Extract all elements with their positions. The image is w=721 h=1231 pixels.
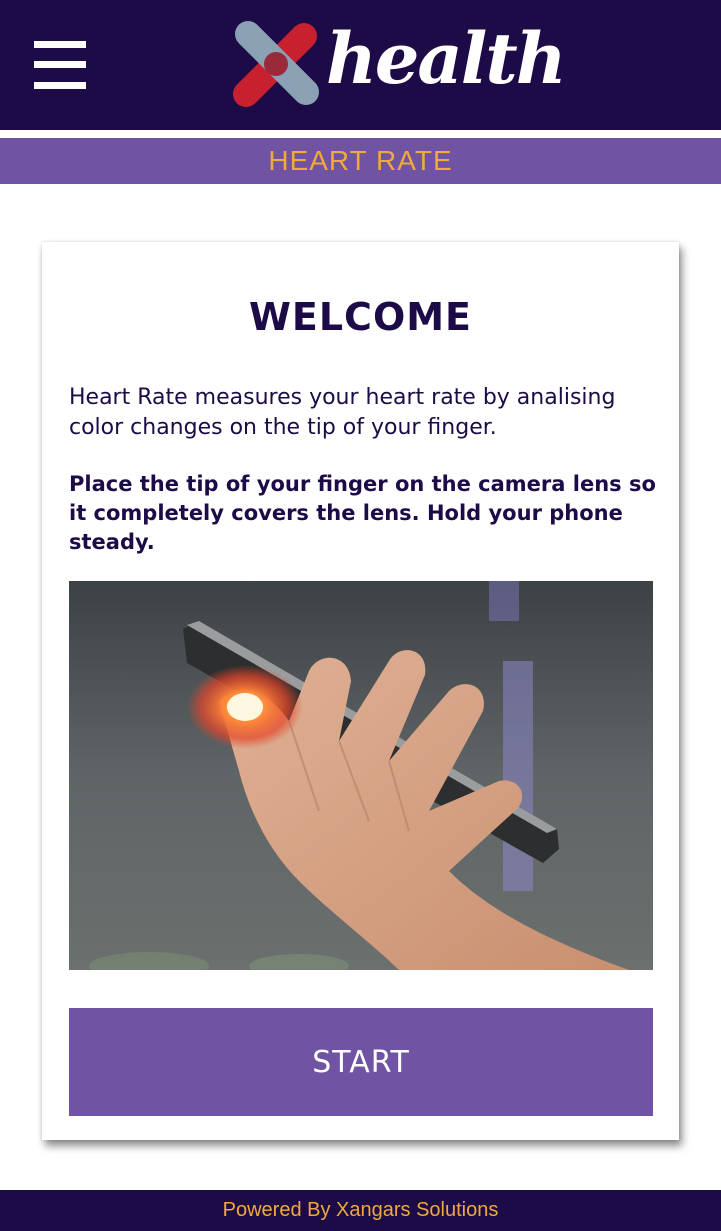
footer-credit: Powered By Xangars Solutions xyxy=(0,1190,721,1231)
card-title: WELCOME xyxy=(248,295,473,339)
start-button[interactable]: START xyxy=(69,1008,653,1116)
xhealth-logo: health xyxy=(230,17,567,110)
logo-wordmark: health xyxy=(326,17,567,100)
menu-bar-top xyxy=(34,41,86,48)
hand-holding-phone-illustration xyxy=(69,581,653,970)
app-header: health xyxy=(0,0,721,130)
instruction-photo xyxy=(69,581,653,970)
instruction-text: Place the tip of your finger on the came… xyxy=(69,472,656,554)
x-logo-mark-icon xyxy=(233,21,319,107)
intro-text: Heart Rate measures your heart rate by a… xyxy=(69,385,616,440)
menu-bar-middle xyxy=(34,61,86,68)
page-title: HEART RATE xyxy=(0,138,721,184)
welcome-card: WELCOME Heart Rate measures your heart r… xyxy=(42,242,679,1140)
hamburger-menu-icon[interactable] xyxy=(34,41,86,89)
menu-bar-bottom xyxy=(34,82,86,89)
